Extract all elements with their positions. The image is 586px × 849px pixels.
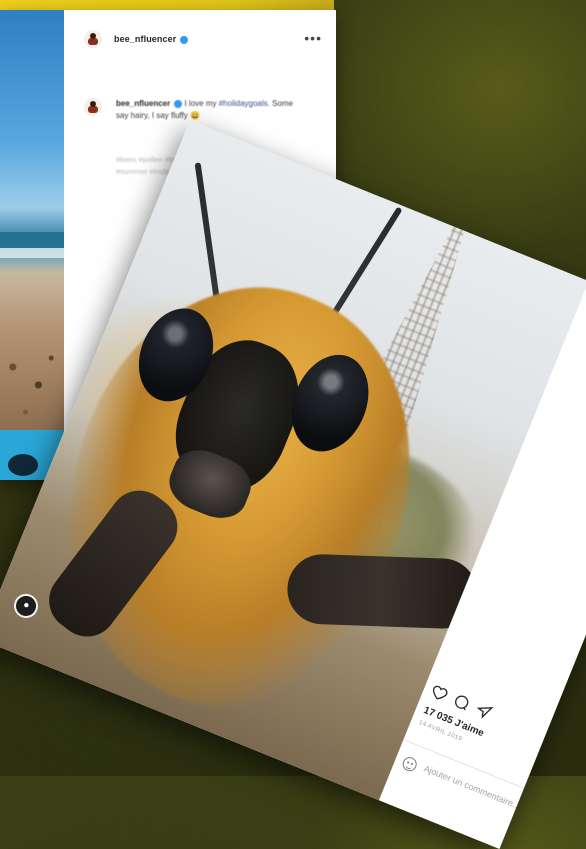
pebbles xyxy=(0,340,64,430)
wave-foam xyxy=(0,248,64,258)
share-icon[interactable] xyxy=(474,701,495,722)
beach-photo xyxy=(0,10,64,480)
sea xyxy=(0,232,64,248)
bee-leg xyxy=(286,553,479,630)
caption-avatar[interactable] xyxy=(84,98,102,116)
post-header: bee_nfluencer ••• xyxy=(64,10,336,70)
username-text[interactable]: bee_nfluencer xyxy=(114,34,176,44)
caption-username[interactable]: bee_nfluencer xyxy=(116,99,170,108)
username[interactable]: bee_nfluencer xyxy=(114,34,189,44)
heart-icon[interactable] xyxy=(429,683,450,704)
emoji-icon[interactable] xyxy=(400,755,419,774)
comment-icon[interactable] xyxy=(451,692,472,713)
caption-emoji: 😄 xyxy=(189,111,200,120)
carousel-indicator-icon[interactable]: ● xyxy=(10,590,42,622)
caption-body: I love my xyxy=(182,99,217,108)
add-comment-input[interactable]: Ajouter un commentaire... xyxy=(422,763,521,811)
shoe xyxy=(8,454,38,476)
yellow-accent-strip xyxy=(0,0,334,10)
caption-hashtag[interactable]: #holidaygoals xyxy=(219,99,268,108)
avatar[interactable] xyxy=(84,30,102,48)
more-options-icon[interactable]: ••• xyxy=(304,30,322,46)
verified-icon xyxy=(180,35,189,44)
caption-text: bee_nfluencer I love my #holidaygoals. S… xyxy=(116,98,306,122)
